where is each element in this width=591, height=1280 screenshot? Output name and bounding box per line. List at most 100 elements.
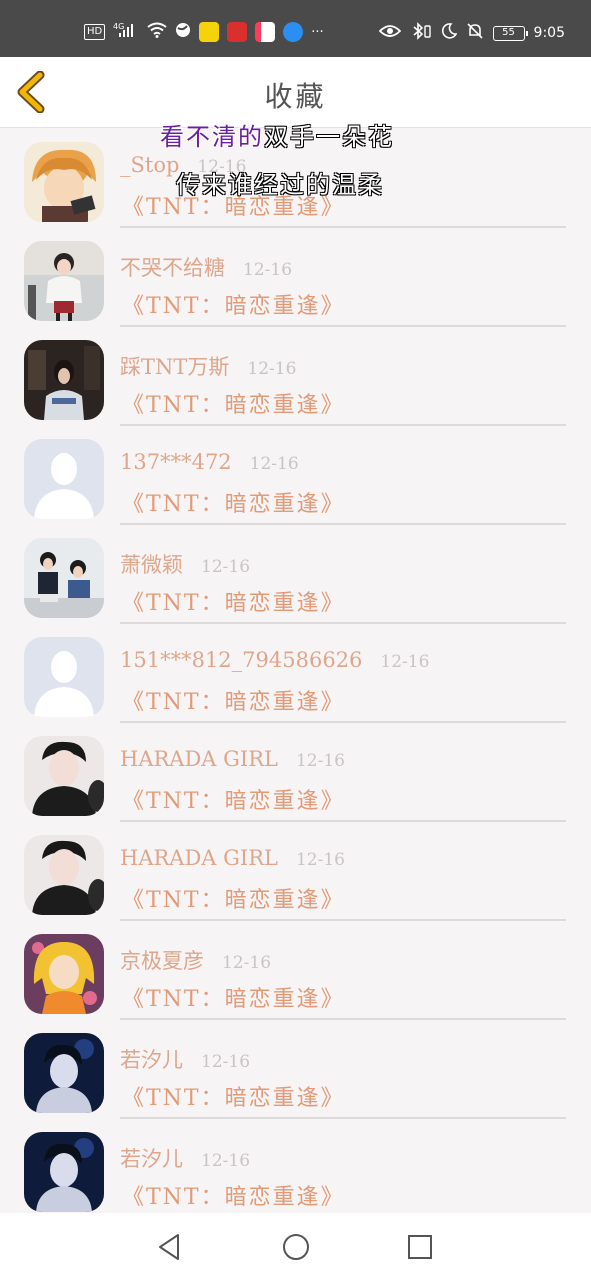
date-label: 12-16 (247, 359, 297, 379)
name-line: HARADA GIRL 12-16 (120, 846, 345, 870)
eye-icon (378, 23, 401, 43)
status-left: HD 4G ··· (84, 22, 324, 42)
work-title[interactable]: 《TNT：暗恋重逢》 (122, 1080, 345, 1112)
date-label: 12-16 (222, 953, 272, 973)
date-label: 12-16 (249, 454, 299, 474)
name-line: 151***812_794586626 12-16 (120, 648, 429, 672)
boy-black-shirt-photo-icon (24, 736, 104, 816)
signal-icon: 4G (113, 22, 139, 42)
work-title[interactable]: 《TNT：暗恋重逢》 (122, 882, 345, 914)
date-label: 12-16 (295, 850, 345, 870)
two-boys-photo-icon (24, 538, 104, 618)
avatar[interactable] (24, 142, 104, 222)
avatar[interactable] (24, 1033, 104, 1113)
user-name[interactable]: 151***812_794586626 (120, 648, 362, 672)
boy-blue-stage-photo-icon (24, 1132, 104, 1212)
hd-badge: HD (84, 24, 106, 40)
app-red-icon (227, 22, 248, 42)
girl-photo-icon (24, 241, 104, 321)
date-label: 12-16 (201, 1151, 251, 1171)
user-name[interactable]: 若汐儿 (120, 1044, 183, 1074)
work-title[interactable]: 《TNT：暗恋重逢》 (122, 585, 345, 617)
anime-boy-avatar-icon (24, 142, 104, 222)
list-item[interactable]: 踩TNT万斯 12-16 《TNT：暗恋重逢》 (0, 327, 591, 426)
lyric-line-1-highlight: 看不清的 (160, 123, 264, 151)
lyric-line-2: 传来谁经过的温柔 (176, 171, 384, 199)
work-title[interactable]: 《TNT：暗恋重逢》 (122, 783, 345, 815)
status-bar: HD 4G ··· 55 9:05 (0, 0, 591, 57)
avatar[interactable] (24, 439, 104, 519)
square-recents-icon (408, 1235, 432, 1259)
app-blue-icon (283, 22, 304, 42)
name-line: 萧微颖 12-16 (120, 549, 250, 579)
wifi-icon (147, 22, 167, 42)
work-title[interactable]: 《TNT：暗恋重逢》 (122, 981, 345, 1013)
user-name[interactable]: HARADA GIRL (120, 747, 278, 771)
work-title[interactable]: 《TNT：暗恋重逢》 (122, 1179, 345, 1211)
list-item[interactable]: 若汐儿 12-16 《TNT：暗恋重逢》 (0, 1119, 591, 1218)
avatar[interactable] (24, 538, 104, 618)
nav-home-button[interactable] (280, 1231, 312, 1263)
battery-icon: 55 (492, 25, 528, 41)
list-item[interactable]: 若汐儿 12-16 《TNT：暗恋重逢》 (0, 1020, 591, 1119)
date-label: 12-16 (201, 1052, 251, 1072)
user-name[interactable]: 萧微颖 (120, 549, 183, 579)
nav-recents-button[interactable] (404, 1231, 436, 1263)
user-name[interactable]: _Stop (120, 153, 179, 177)
user-name[interactable]: 京极夏彦 (120, 945, 204, 975)
lyric-line-1: 看不清的双手一朵花 (160, 117, 394, 152)
more-notifications-icon: ··· (311, 24, 324, 40)
net-type: 4G (113, 22, 124, 31)
app-video-icon (255, 22, 276, 42)
name-line: 京极夏彦 12-16 (120, 945, 271, 975)
avatar[interactable] (24, 241, 104, 321)
list-item[interactable]: 137***472 12-16 《TNT：暗恋重逢》 (0, 426, 591, 525)
user-name[interactable]: 不哭不给糖 (120, 252, 225, 282)
list-item[interactable]: 京极夏彦 12-16 《TNT：暗恋重逢》 (0, 921, 591, 1020)
globe-icon (175, 22, 191, 42)
default-avatar-icon (24, 637, 104, 717)
list-item[interactable]: 不哭不给糖 12-16 《TNT：暗恋重逢》 (0, 228, 591, 327)
avatar[interactable] (24, 736, 104, 816)
system-nav-bar (0, 1213, 591, 1280)
work-title[interactable]: 《TNT：暗恋重逢》 (122, 387, 345, 419)
page-title: 收藏 (264, 80, 327, 113)
girl-dark-photo-icon (24, 340, 104, 420)
date-label: 12-16 (243, 260, 293, 280)
list-item[interactable]: HARADA GIRL 12-16 《TNT：暗恋重逢》 (0, 822, 591, 921)
boy-blue-stage-photo-icon (24, 1033, 104, 1113)
name-line: 137***472 12-16 (120, 450, 299, 474)
clock-time: 9:05 (533, 25, 565, 41)
mute-bell-icon (466, 22, 484, 44)
app-yy-icon (199, 22, 220, 42)
user-name[interactable]: 若汐儿 (120, 1143, 183, 1173)
list-item[interactable]: HARADA GIRL 12-16 《TNT：暗恋重逢》 (0, 723, 591, 822)
anime-girl-photo-icon (24, 934, 104, 1014)
date-label: 12-16 (380, 652, 430, 672)
circle-home-icon (283, 1234, 309, 1260)
date-label: 12-16 (201, 557, 251, 577)
user-name[interactable]: 137***472 (120, 450, 232, 474)
name-line: 踩TNT万斯 12-16 (120, 351, 296, 381)
work-title[interactable]: 《TNT：暗恋重逢》 (122, 486, 345, 518)
triangle-back-icon (159, 1234, 179, 1260)
bluetooth-icon (410, 22, 432, 44)
user-name[interactable]: 踩TNT万斯 (120, 351, 229, 381)
avatar[interactable] (24, 637, 104, 717)
avatar[interactable] (24, 835, 104, 915)
work-title[interactable]: 《TNT：暗恋重逢》 (122, 288, 345, 320)
moon-icon (441, 23, 457, 43)
lyric-line-1-rest: 双手一朵花 (264, 123, 394, 151)
name-line: 若汐儿 12-16 (120, 1044, 250, 1074)
work-title[interactable]: 《TNT：暗恋重逢》 (122, 684, 345, 716)
avatar[interactable] (24, 934, 104, 1014)
avatar[interactable] (24, 340, 104, 420)
date-label: 12-16 (295, 751, 345, 771)
avatar[interactable] (24, 1132, 104, 1212)
nav-back-button[interactable] (154, 1231, 186, 1263)
name-line: 若汐儿 12-16 (120, 1143, 250, 1173)
name-line: 不哭不给糖 12-16 (120, 252, 292, 282)
list-item[interactable]: 151***812_794586626 12-16 《TNT：暗恋重逢》 (0, 624, 591, 723)
user-name[interactable]: HARADA GIRL (120, 846, 278, 870)
list-item[interactable]: 萧微颖 12-16 《TNT：暗恋重逢》 (0, 525, 591, 624)
